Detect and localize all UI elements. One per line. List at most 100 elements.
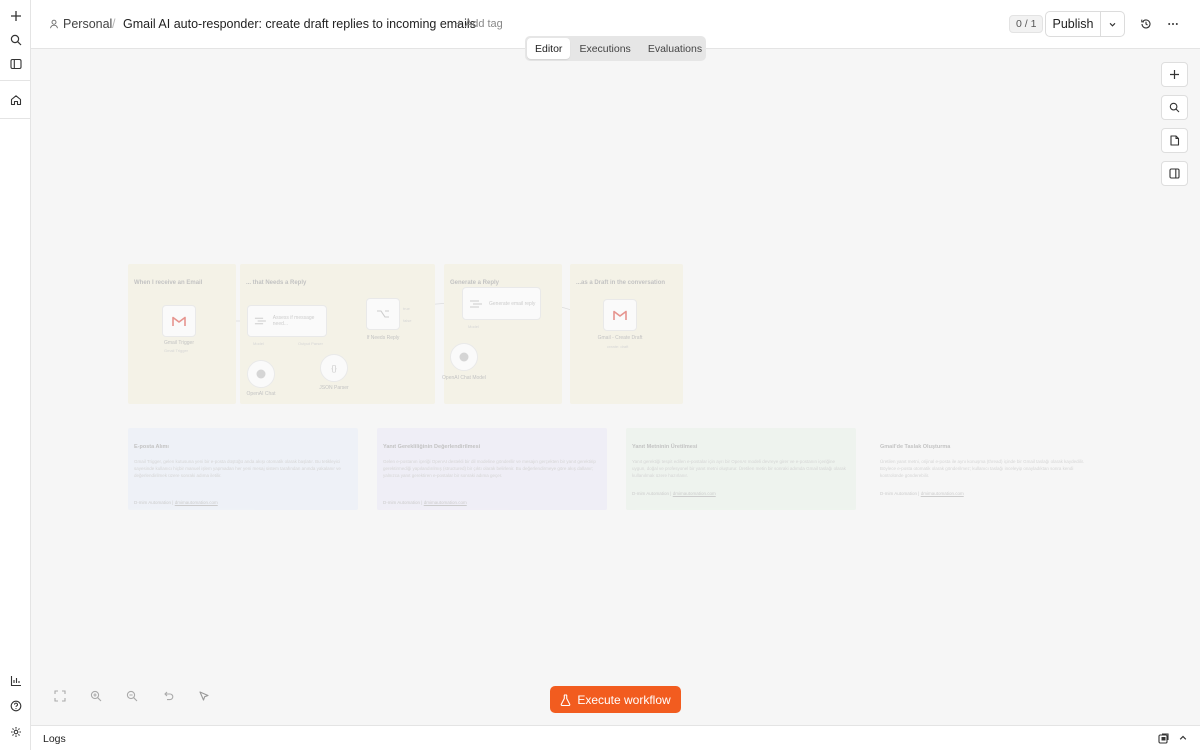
branch-icon	[377, 310, 389, 318]
note-title: Yanıt Metninin Üretilmesi	[632, 444, 698, 450]
node-json-parser[interactable]: {}	[320, 354, 348, 382]
fit-view-button[interactable]	[47, 683, 72, 708]
note-body: Üretilen yanıt metni, orijinal e-posta i…	[880, 459, 1085, 478]
note-footer-text: D-mim Automation |	[880, 491, 920, 496]
port-label: Model	[468, 324, 479, 329]
note-draft-creation[interactable]: Gmail'de Taslak Oluşturma Üretilen yanıt…	[874, 428, 1104, 510]
workflow-title[interactable]: Gmail AI auto-responder: create draft re…	[123, 17, 476, 31]
note-footer: D-mim Automation | dmimautomation.com	[632, 491, 716, 496]
plus-icon	[1170, 70, 1179, 79]
tidy-up-icon	[198, 690, 209, 701]
zoom-out-button[interactable]	[119, 683, 144, 708]
breadcrumb-project[interactable]: Personal	[49, 17, 112, 31]
home-icon[interactable]	[6, 90, 25, 109]
zoom-in-icon	[90, 690, 101, 701]
note-reply-assessment[interactable]: Yanıt Gerekliliğinin Değerlendirilmesi G…	[377, 428, 607, 510]
node-gmail-create-draft[interactable]	[603, 299, 637, 331]
chain-icon	[470, 299, 482, 308]
note-footer-text: D-mim Automation |	[383, 500, 423, 505]
node-if-needs-reply[interactable]	[366, 298, 400, 330]
note-footer-text: D-mim Automation |	[134, 500, 174, 505]
node-text: Assess if message need...	[272, 315, 315, 327]
note-email-intake[interactable]: E-posta Alımı Gmail Trigger, gelen kutus…	[128, 428, 358, 510]
plus-icon[interactable]	[6, 6, 25, 25]
undo-icon	[163, 691, 173, 700]
settings-icon[interactable]	[6, 722, 25, 741]
gmail-icon	[172, 316, 186, 326]
add-tag-button[interactable]: + Add tag	[456, 18, 503, 30]
search-icon[interactable]	[6, 30, 25, 49]
tab-editor[interactable]: Editor	[527, 38, 571, 59]
sticky-section[interactable]: ...as a Draft in the conversation	[570, 264, 683, 404]
toggle-panel-button[interactable]	[1161, 161, 1188, 186]
note-footer-link[interactable]: dmimautomation.com	[673, 491, 716, 496]
node-generate-email[interactable]: Generate email reply	[462, 287, 541, 320]
port-label: false	[403, 318, 412, 323]
tab-evaluations[interactable]: Evaluations	[640, 38, 710, 59]
note-footer-link[interactable]: dmimautomation.com	[175, 500, 218, 505]
note-reply-generation[interactable]: Yanıt Metninin Üretilmesi Yanıt gerektiğ…	[626, 428, 856, 510]
note-footer-link[interactable]: dmimautomation.com	[921, 491, 964, 496]
left-rail	[0, 0, 31, 750]
breadcrumb-project-label: Personal	[63, 17, 113, 31]
publish-options-button[interactable]	[1101, 12, 1124, 36]
logs-label: Logs	[43, 733, 66, 745]
node-gmail-trigger[interactable]	[162, 305, 196, 337]
zoom-in-button[interactable]	[83, 683, 108, 708]
openai-icon	[459, 352, 469, 362]
undo-button[interactable]	[155, 683, 180, 708]
chart-icon[interactable]	[6, 671, 25, 690]
flask-icon	[560, 693, 571, 706]
note-footer-text: D-mim Automation |	[632, 491, 672, 496]
tab-executions[interactable]: Executions	[571, 38, 638, 59]
fit-view-icon	[53, 689, 66, 702]
canvas-toolbar	[1161, 62, 1188, 186]
sticky-title: Generate a Reply	[450, 280, 500, 286]
tidy-up-button[interactable]	[191, 683, 216, 708]
rail-divider	[0, 80, 31, 81]
logs-bar[interactable]: Logs	[31, 725, 1200, 750]
port-label: true	[403, 306, 410, 311]
execute-workflow-label: Execute workflow	[577, 692, 671, 707]
node-assess-message[interactable]: Assess if message need...	[247, 305, 327, 337]
search-nodes-button[interactable]	[1161, 95, 1188, 120]
sticky-section[interactable]: Generate a Reply	[444, 264, 562, 404]
gmail-icon	[613, 310, 627, 320]
sidebar-toggle-icon[interactable]	[6, 54, 25, 73]
port-label: Output Parser	[298, 341, 323, 346]
chevron-up-icon[interactable]	[1176, 731, 1190, 745]
node-label: JSON Parser	[319, 385, 349, 391]
node-label: Gmail - Create Draft	[597, 335, 643, 341]
note-footer-link[interactable]: dmimautomation.com	[424, 500, 467, 505]
note-title: Gmail'de Taslak Oluşturma	[880, 444, 951, 450]
sticky-note-icon	[1170, 135, 1180, 146]
note-footer: D-mim Automation | dmimautomation.com	[134, 500, 218, 505]
note-title: Yanıt Gerekliliğinin Değerlendirilmesi	[383, 444, 481, 450]
popout-icon[interactable]	[1156, 731, 1170, 745]
panel-icon	[1169, 168, 1180, 179]
publish-button[interactable]: Publish	[1046, 12, 1101, 36]
sticky-title: ...as a Draft in the conversation	[576, 280, 666, 286]
node-text: Generate email reply	[489, 300, 536, 307]
node-openai-chat[interactable]	[247, 360, 275, 388]
note-body: Yanıt gerektiği tespit edilen e-postalar…	[632, 459, 846, 478]
chain-icon	[254, 317, 266, 325]
version-counter: 0 / 1	[1009, 15, 1044, 33]
add-sticky-button[interactable]	[1161, 128, 1188, 153]
help-icon[interactable]	[6, 696, 25, 715]
braces-icon: {}	[331, 363, 337, 373]
node-label: OpenAI Chat	[246, 391, 276, 397]
execute-workflow-button[interactable]: Execute workflow	[550, 686, 681, 713]
sticky-title: When I receive an Email	[134, 280, 203, 286]
user-icon	[50, 19, 58, 29]
node-label: OpenAI Chat Model	[442, 375, 486, 381]
chevron-down-icon	[1109, 22, 1116, 27]
node-label: Gmail Trigger	[163, 340, 194, 346]
node-openai-chat-model[interactable]	[450, 343, 478, 371]
history-icon[interactable]	[1137, 15, 1155, 33]
note-body: Gmail Trigger, gelen kutusuna yeni bir e…	[134, 459, 341, 478]
more-options-icon[interactable]	[1164, 15, 1182, 33]
add-node-button[interactable]	[1161, 62, 1188, 87]
workflow-canvas[interactable]: When I receive an Email ... that Needs a…	[31, 49, 1200, 725]
search-icon	[1169, 102, 1180, 113]
